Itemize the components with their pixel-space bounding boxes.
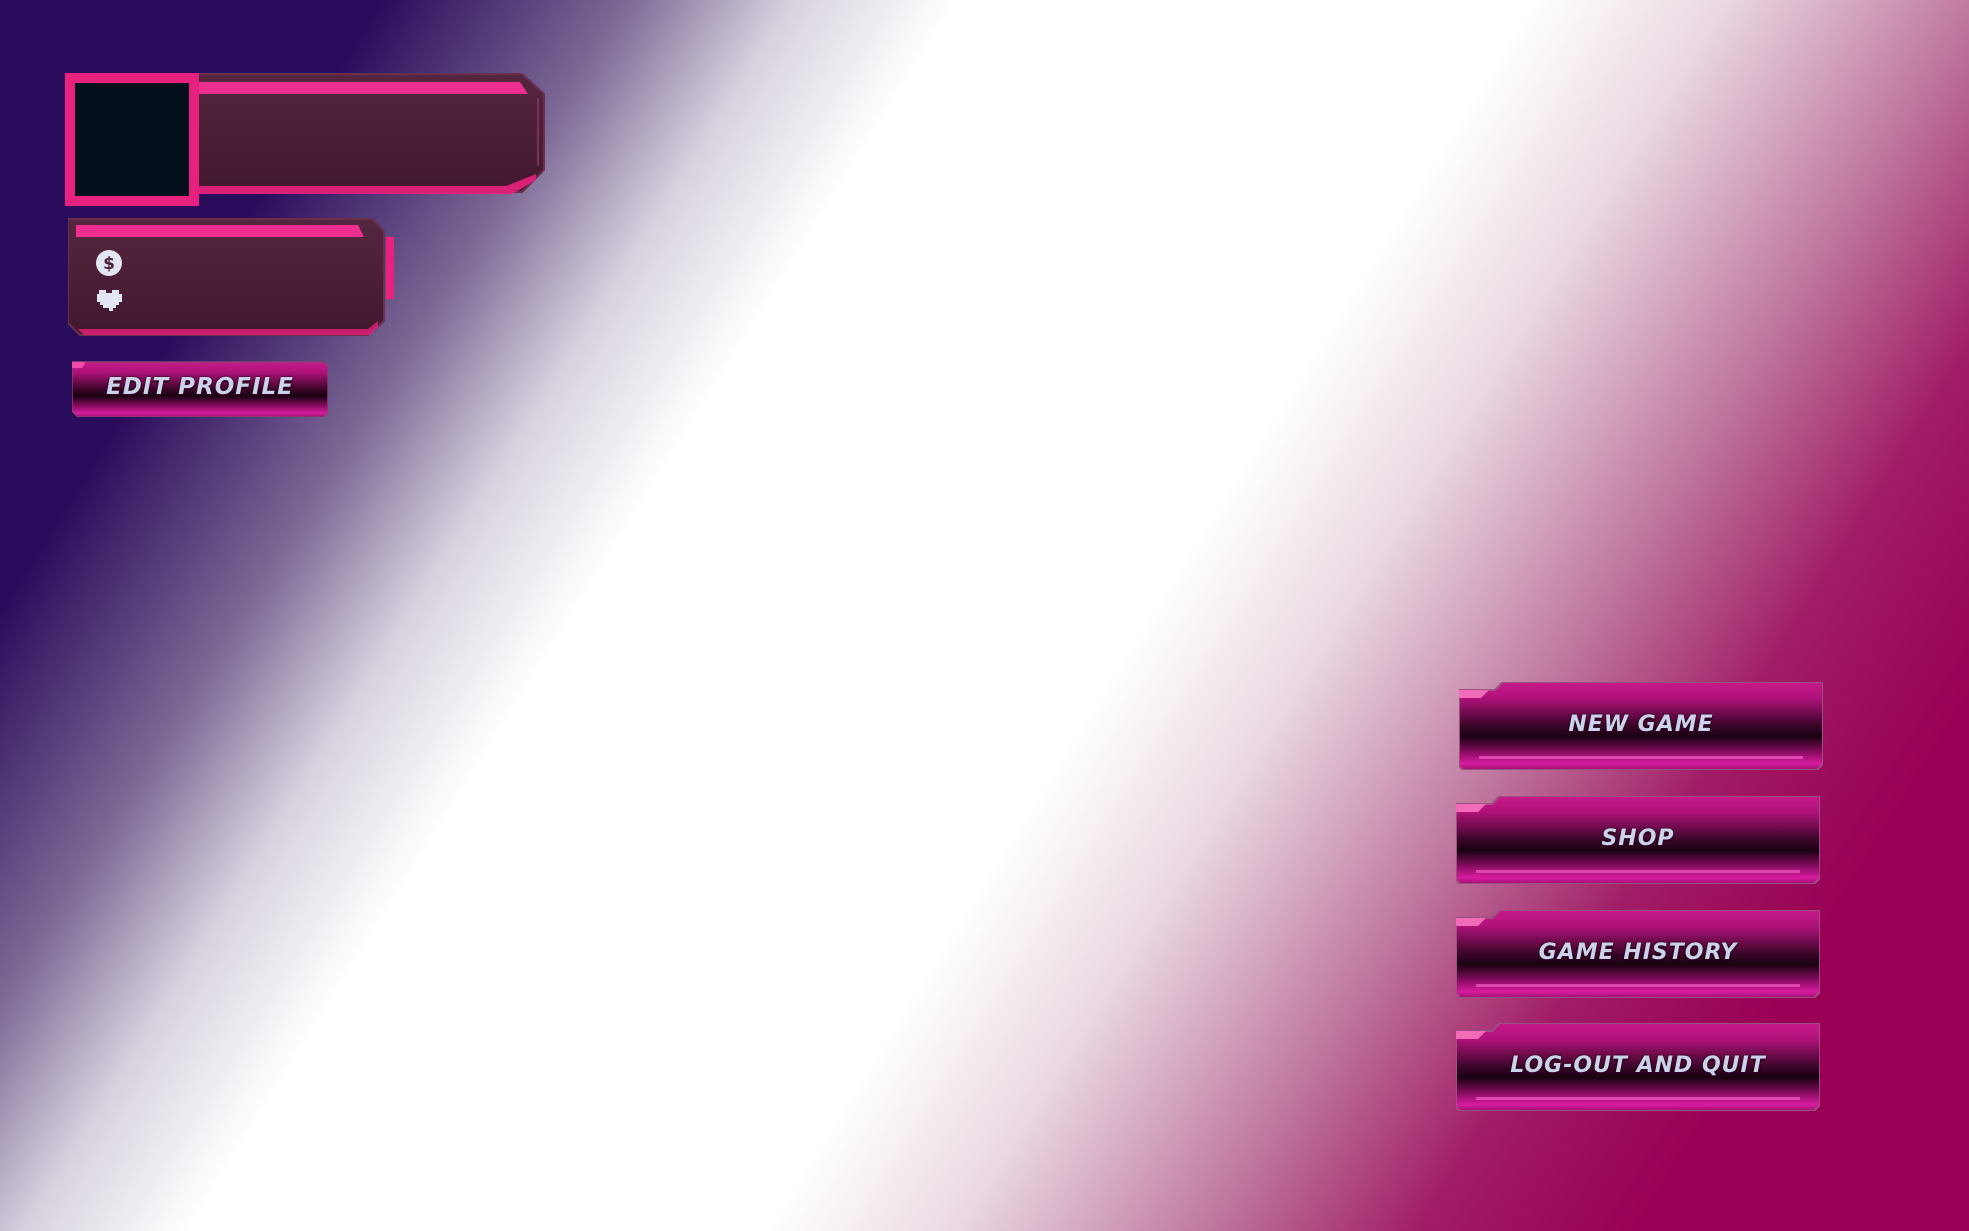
coin-icon: $: [95, 249, 123, 277]
heart-icon: [95, 286, 123, 314]
svg-text:$: $: [103, 254, 115, 274]
logout-quit-button[interactable]: LOG-OUT AND QUIT: [1456, 1023, 1820, 1111]
shop-label: SHOP: [1601, 826, 1675, 851]
logout-quit-label: LOG-OUT AND QUIT: [1510, 1053, 1766, 1078]
edit-profile-button[interactable]: EDIT PROFILE: [72, 358, 328, 417]
shop-button[interactable]: SHOP: [1456, 796, 1820, 884]
game-history-label: GAME HISTORY: [1538, 940, 1738, 965]
new-game-button[interactable]: NEW GAME: [1459, 682, 1823, 770]
player-name: [212, 118, 512, 166]
game-history-button[interactable]: GAME HISTORY: [1456, 910, 1820, 998]
new-game-label: NEW GAME: [1568, 712, 1714, 737]
edit-profile-label: EDIT PROFILE: [106, 374, 294, 400]
avatar[interactable]: [65, 73, 199, 206]
